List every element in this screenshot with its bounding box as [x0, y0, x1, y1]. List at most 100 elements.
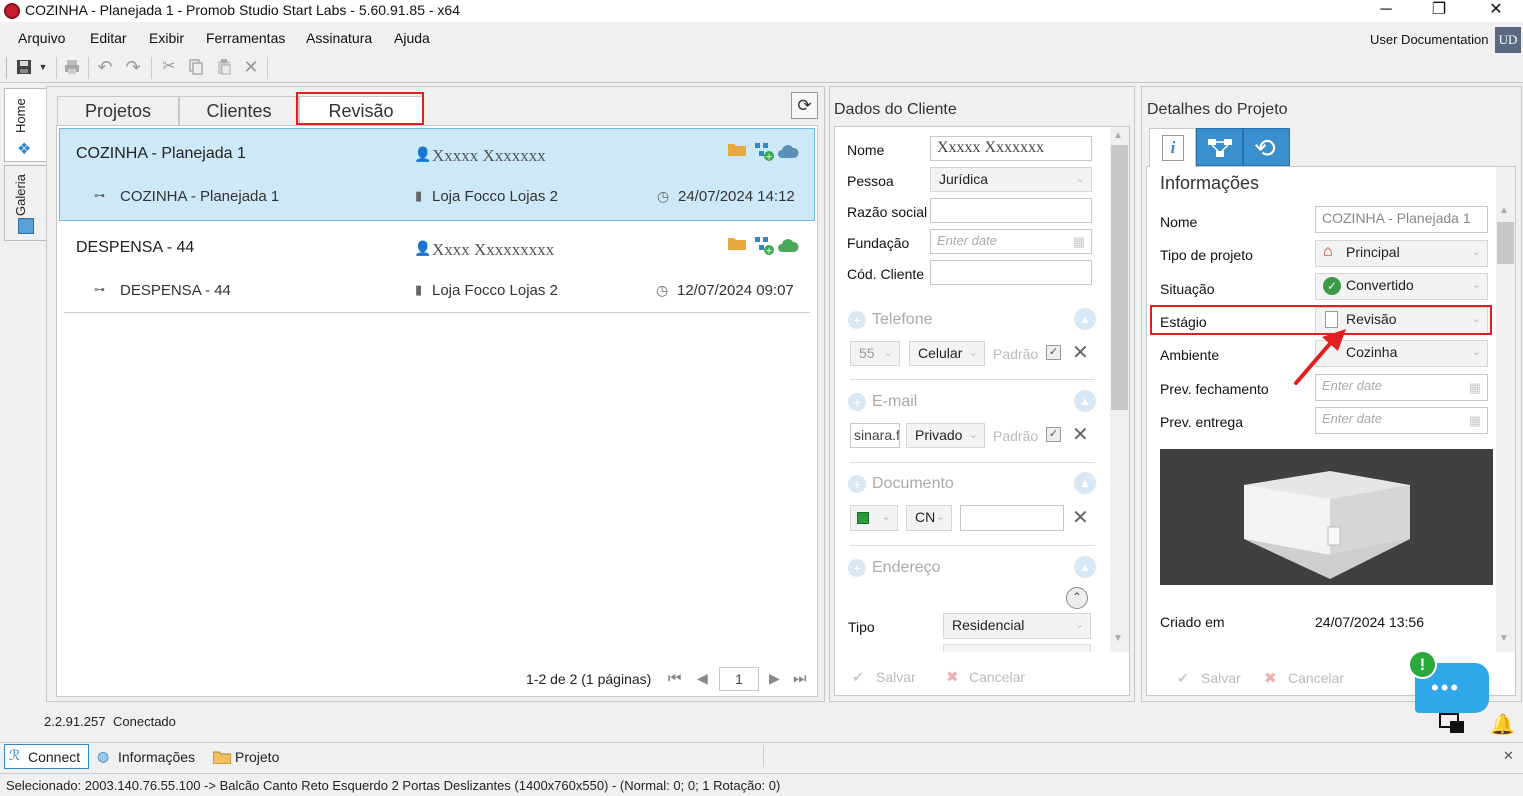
- email-input[interactable]: sinara.f: [850, 423, 900, 448]
- structure-icon: [1208, 139, 1232, 157]
- cut-icon[interactable]: ✂: [160, 58, 178, 76]
- cod-cliente-input[interactable]: [930, 260, 1092, 285]
- tab-projeto[interactable]: Projeto: [235, 749, 279, 765]
- situation-select[interactable]: ✓ Convertido ⌄: [1315, 273, 1488, 300]
- folder-icon[interactable]: [728, 236, 746, 250]
- scroll-up-icon[interactable]: ▲: [1499, 205, 1509, 216]
- project-preview-image[interactable]: [1160, 449, 1493, 585]
- page-number-input[interactable]: 1: [719, 667, 759, 691]
- maximize-button[interactable]: ❐: [1416, 0, 1462, 22]
- tab-structure[interactable]: [1196, 128, 1243, 166]
- save-icon[interactable]: [15, 58, 33, 76]
- razao-social-input[interactable]: [930, 198, 1092, 223]
- address-collapse-icon[interactable]: ⌃: [1066, 587, 1088, 609]
- document-type-select[interactable]: CN ⌄: [906, 505, 952, 531]
- project-tree-add-icon[interactable]: +: [753, 234, 775, 257]
- user-name[interactable]: User Documentation: [1370, 32, 1489, 47]
- project-name-input[interactable]: COZINHA - Planejada 1: [1315, 206, 1488, 233]
- save-dropdown-icon[interactable]: ▼: [37, 58, 49, 76]
- folder-icon[interactable]: [728, 142, 746, 156]
- scroll-down-icon[interactable]: ▼: [1499, 633, 1509, 644]
- collapse-up-icon[interactable]: ▲: [1074, 472, 1096, 494]
- refresh-button[interactable]: ⟳: [791, 92, 818, 119]
- cloud-icon[interactable]: [777, 237, 799, 253]
- tab-informacoes[interactable]: Informações: [118, 749, 195, 765]
- tab-revisao[interactable]: Revisão: [299, 96, 423, 126]
- tab-history[interactable]: ⟲: [1243, 128, 1290, 166]
- client-scroll-thumb[interactable]: [1111, 145, 1128, 410]
- label-nome: Nome: [847, 142, 885, 158]
- phone-ddd-select[interactable]: 55 ⌄: [850, 341, 900, 366]
- details-cancel-button[interactable]: Cancelar: [1288, 670, 1344, 686]
- menu-ajuda[interactable]: Ajuda: [394, 30, 430, 46]
- chevron-down-icon: ⌄: [935, 511, 945, 523]
- screen-share-icon[interactable]: [1438, 710, 1468, 738]
- copy-icon[interactable]: [187, 58, 205, 76]
- project-tree-add-icon[interactable]: +: [753, 140, 775, 163]
- undo-icon[interactable]: ↶: [96, 58, 114, 76]
- details-scroll-thumb[interactable]: [1497, 222, 1514, 264]
- close-button[interactable]: ✕: [1473, 0, 1519, 22]
- collapse-up-icon[interactable]: ▲: [1074, 308, 1096, 330]
- phone-padrao-checkbox[interactable]: ✓: [1046, 345, 1061, 360]
- document-country-select[interactable]: ⌄: [850, 505, 898, 531]
- avatar[interactable]: UD: [1495, 27, 1521, 53]
- tab-info[interactable]: i: [1149, 128, 1196, 167]
- print-icon[interactable]: [63, 58, 81, 76]
- email-type-select[interactable]: Privado ⌄: [906, 423, 985, 448]
- client-cancel-button[interactable]: Cancelar: [969, 669, 1025, 685]
- document-number-input[interactable]: [960, 505, 1064, 531]
- collapse-up-icon[interactable]: ▲: [1074, 556, 1096, 578]
- fundacao-date-input[interactable]: Enter date ▦: [930, 229, 1092, 254]
- address-type-select[interactable]: Residencial ⌄: [943, 613, 1091, 639]
- building-icon: ▮: [415, 282, 423, 297]
- calendar-icon[interactable]: ▦: [1469, 379, 1481, 397]
- remove-document-icon[interactable]: ✕: [1072, 505, 1089, 530]
- client-name-input[interactable]: Xxxxx Xxxxxxx: [930, 136, 1092, 161]
- add-document-icon[interactable]: +: [848, 475, 866, 493]
- remove-phone-icon[interactable]: ✕: [1072, 340, 1089, 365]
- side-tab-home[interactable]: Home ❖: [4, 88, 46, 162]
- add-email-icon[interactable]: +: [848, 393, 866, 411]
- label-situacao: Situação: [1160, 281, 1215, 297]
- tab-projetos[interactable]: Projetos: [57, 96, 179, 126]
- side-tab-galeria[interactable]: Galeria: [4, 165, 46, 241]
- redo-icon[interactable]: ↷: [124, 58, 142, 76]
- email-padrao-checkbox[interactable]: ✓: [1046, 427, 1061, 442]
- cloud-icon[interactable]: [777, 143, 799, 159]
- version-tree-icon: ⊶: [94, 190, 105, 202]
- prev-entrega-input[interactable]: Enter date ▦: [1315, 407, 1488, 434]
- bell-icon[interactable]: 🔔: [1490, 712, 1515, 737]
- phone-type-select[interactable]: Celular ⌄: [909, 341, 985, 366]
- menu-exibir[interactable]: Exibir: [149, 30, 184, 46]
- menu-assinatura[interactable]: Assinatura: [306, 30, 372, 46]
- calendar-icon[interactable]: ▦: [1469, 412, 1481, 430]
- add-phone-icon[interactable]: +: [848, 311, 866, 329]
- client-save-button[interactable]: Salvar: [876, 669, 916, 685]
- label-tipo: Tipo: [848, 619, 875, 635]
- delete-icon[interactable]: ✕: [242, 58, 260, 76]
- minimize-button[interactable]: ─: [1363, 0, 1409, 22]
- pessoa-select[interactable]: Jurídica ⌄: [930, 167, 1092, 192]
- details-save-button[interactable]: Salvar: [1201, 670, 1241, 686]
- menu-editar[interactable]: Editar: [90, 30, 127, 46]
- calendar-icon[interactable]: ▦: [1073, 233, 1085, 251]
- add-address-icon[interactable]: +: [848, 559, 866, 577]
- menu-ferramentas[interactable]: Ferramentas: [206, 30, 285, 46]
- paste-icon[interactable]: [215, 58, 233, 76]
- tab-connect[interactable]: ℛ Connect: [4, 744, 89, 769]
- remove-email-icon[interactable]: ✕: [1072, 422, 1089, 447]
- next-page-icon[interactable]: ▶: [769, 670, 780, 687]
- first-page-icon[interactable]: ⏮: [668, 670, 682, 687]
- scroll-down-icon[interactable]: ▼: [1113, 633, 1123, 644]
- prev-page-icon[interactable]: ◀: [697, 670, 708, 687]
- project-type-select[interactable]: ⌂ Principal ⌄: [1315, 240, 1488, 267]
- collapse-up-icon[interactable]: ▲: [1074, 390, 1096, 412]
- tab-clientes[interactable]: Clientes: [179, 96, 299, 126]
- row-divider: [64, 312, 810, 313]
- scroll-up-icon[interactable]: ▲: [1113, 130, 1123, 141]
- close-panel-icon[interactable]: ✕: [1503, 748, 1514, 764]
- last-page-icon[interactable]: ⏭: [793, 670, 807, 687]
- project-row[interactable]: [59, 128, 815, 221]
- menu-arquivo[interactable]: Arquivo: [18, 30, 65, 46]
